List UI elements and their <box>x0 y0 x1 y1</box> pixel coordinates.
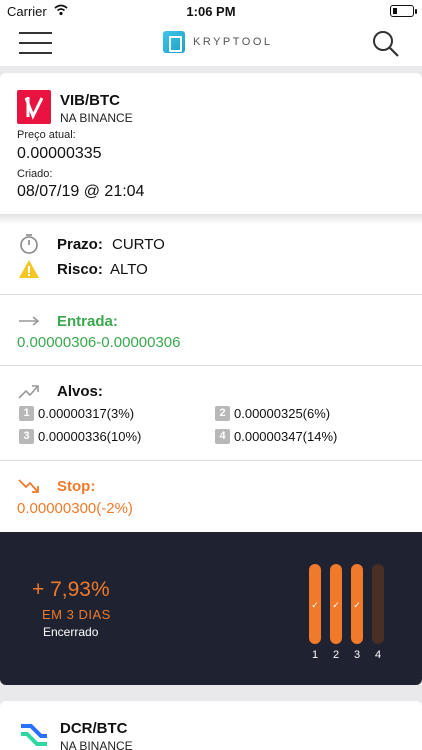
signal-card[interactable]: DCR/BTC NA BINANCE <box>0 701 422 750</box>
target-progress-bar: ✓ <box>330 564 342 644</box>
target-progress-label: 1 <box>311 649 319 661</box>
exchange-label: NA BINANCE <box>60 739 133 750</box>
current-price-value: 0.00000335 <box>17 145 102 162</box>
trending-down-icon <box>18 479 39 493</box>
app-logo: KRYPTOOL <box>163 31 273 53</box>
warning-icon <box>19 260 39 278</box>
stopwatch-icon <box>20 234 38 254</box>
created-value: 08/07/19 @ 21:04 <box>17 183 145 200</box>
created-label: Criado: <box>17 168 53 180</box>
entry-value: 0.00000306-0.00000306 <box>17 334 181 351</box>
app-logo-text: KRYPTOOL <box>193 36 273 48</box>
check-icon: ✓ <box>353 600 361 610</box>
search-icon[interactable] <box>372 30 400 58</box>
stop-value: 0.00000300(-2%) <box>17 500 133 517</box>
current-price-label: Preço atual: <box>17 129 76 141</box>
risk-label: Risco: <box>57 261 103 278</box>
check-icon: ✓ <box>332 600 340 610</box>
result-panel: + 7,93% EM 3 DIAS Encerrado ✓ 1 ✓ 2 ✓ 3 4 <box>0 532 422 685</box>
target-badge: 3 <box>19 429 34 444</box>
target-progress-label: 3 <box>353 649 361 661</box>
target-progress-bar: ✓ <box>309 564 321 644</box>
term-value: CURTO <box>112 236 165 253</box>
trending-up-icon <box>18 385 39 399</box>
result-days: EM 3 DIAS <box>42 607 111 622</box>
target-value: 0.00000336(10%) <box>38 429 142 444</box>
section-divider <box>0 460 422 461</box>
target-value: 0.00000347(14%) <box>234 429 338 444</box>
pair-title: DCR/BTC <box>60 720 128 737</box>
section-divider <box>0 294 422 295</box>
section-divider <box>0 365 422 366</box>
nav-bar: KRYPTOOL <box>0 22 422 66</box>
target-progress-label: 2 <box>332 649 340 661</box>
status-bar: Carrier 1:06 PM <box>0 0 422 22</box>
targets-label: Alvos: <box>57 383 103 400</box>
stop-label: Stop: <box>57 478 96 495</box>
exchange-label: NA BINANCE <box>60 111 133 125</box>
risk-value: ALTO <box>110 261 148 278</box>
signal-card[interactable]: VIB/BTC NA BINANCE Preço atual: 0.000003… <box>0 73 422 685</box>
target-badge: 4 <box>215 429 230 444</box>
target-badge: 1 <box>19 406 34 421</box>
term-label: Prazo: <box>57 236 103 253</box>
result-status: Encerrado <box>43 625 99 639</box>
vib-coin-logo-icon <box>17 90 51 124</box>
check-icon: ✓ <box>311 600 319 610</box>
target-progress-bar <box>372 564 384 644</box>
target-progress-bar: ✓ <box>351 564 363 644</box>
battery-icon <box>390 5 417 17</box>
section-divider <box>0 214 422 224</box>
target-value: 0.00000325(6%) <box>234 406 331 421</box>
target-value: 0.00000317(3%) <box>38 406 135 421</box>
menu-icon[interactable] <box>19 32 52 54</box>
dcr-coin-logo-icon <box>21 724 47 746</box>
target-progress-label: 4 <box>374 649 382 661</box>
target-badge: 2 <box>215 406 230 421</box>
pair-title: VIB/BTC <box>60 92 120 109</box>
kryptool-logo-icon <box>163 31 185 53</box>
entry-label: Entrada: <box>57 313 118 330</box>
arrow-right-icon <box>19 316 40 326</box>
clock: 1:06 PM <box>186 4 236 19</box>
result-percent: + 7,93% <box>32 578 110 601</box>
